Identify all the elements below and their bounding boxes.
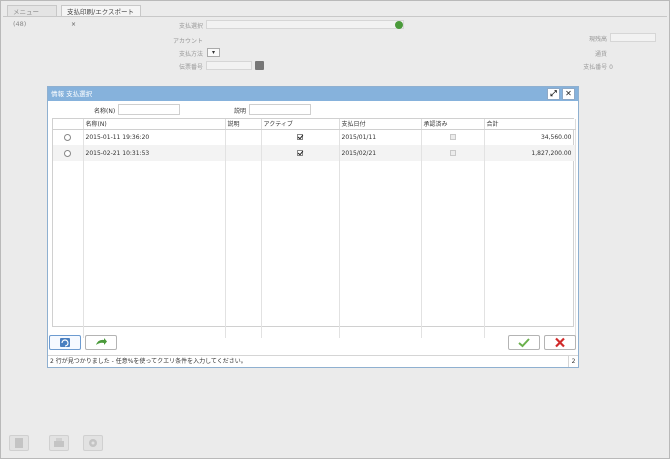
currency-label: 通貨 (594, 51, 607, 58)
row-approved-cell (421, 145, 485, 161)
tab-menu-label: メニュー (48) (13, 8, 39, 28)
current-balance-label: 現残高 (588, 36, 607, 43)
name-search-label: 名称(N) (94, 108, 116, 115)
table-row[interactable]: 2015-01-11 19:36:20 2015/01/11 34,560.00 (53, 129, 576, 145)
col-description[interactable]: 説明 (225, 119, 262, 130)
process-button[interactable] (83, 435, 103, 451)
print-preview-button[interactable] (9, 435, 29, 451)
row-select-cell (53, 145, 84, 161)
account-label: アカウント (172, 38, 203, 45)
maximize-icon[interactable]: ⤢ (547, 88, 560, 100)
current-balance-field (610, 33, 656, 42)
dialog-title-bar[interactable]: 情報 支払選択 (48, 87, 578, 101)
empty-cell (421, 161, 485, 338)
payment-method-label: 支払方法 (178, 51, 203, 58)
empty-cell (225, 161, 262, 338)
tab-divider (3, 16, 667, 17)
grid-header-row: 名称(N) 説明 アクティブ 支払日付 承認済み 合計 (53, 119, 576, 130)
cancel-x-icon (555, 337, 565, 348)
empty-cell (53, 161, 84, 338)
row-active-cell (261, 129, 340, 145)
document-icon (15, 438, 23, 448)
dialog-close-icon[interactable]: ✕ (562, 88, 575, 100)
tab-payment-label: 支払印刷/エクスポート (67, 8, 134, 16)
tab-bar: メニュー (48) 支払印刷/エクスポート × (3, 3, 667, 28)
printer-icon (54, 438, 64, 447)
row-description (225, 129, 262, 145)
row-radio[interactable] (64, 149, 72, 157)
row-approved-cell (421, 129, 485, 145)
table-row[interactable]: 2015-02-21 10:31:53 2015/02/21 1,827,200… (53, 145, 576, 161)
empty-cell (83, 161, 226, 338)
document-no-label: 伝票番号 (178, 64, 203, 71)
col-approved[interactable]: 承認済み (421, 119, 485, 130)
dialog-footer (48, 332, 578, 352)
empty-cell (484, 161, 576, 338)
row-description (225, 145, 262, 161)
tab-close-icon[interactable]: × (71, 21, 76, 28)
col-pay-date[interactable]: 支払日付 (339, 119, 422, 130)
row-active-cell (261, 145, 340, 161)
active-checkbox (297, 150, 303, 156)
payment-selection-label: 支払選択 (178, 23, 203, 30)
results-grid: 名称(N) 説明 アクティブ 支払日付 承認済み 合計 2015-01-11 1… (52, 118, 576, 338)
document-no-field[interactable] (206, 61, 252, 70)
requery-icon (60, 338, 70, 347)
row-radio[interactable] (64, 133, 72, 141)
status-text: 2 行が見つかりました - 任意%を使ってクエリ条件を入力してください。 (50, 358, 247, 365)
cancel-button[interactable] (544, 335, 576, 350)
checkmark-icon (518, 338, 530, 348)
gear-icon (89, 439, 97, 447)
col-total[interactable]: 合計 (484, 119, 576, 130)
row-total: 1,827,200.00 (484, 145, 576, 161)
payment-no-label: 支払番号 0 (583, 64, 613, 71)
ok-button[interactable] (508, 335, 540, 350)
status-count: 2 (568, 356, 578, 367)
approved-checkbox (449, 134, 456, 141)
row-name: 2015-02-21 10:31:53 (83, 145, 226, 161)
approved-checkbox (449, 150, 456, 156)
app-window: メニュー (48) 支払印刷/エクスポート × 支払選択 アカウント 支払方法 ▾… (0, 0, 670, 459)
empty-cell (339, 161, 422, 338)
dialog-title: 情報 支払選択 (51, 90, 93, 98)
info-payment-selection-dialog: 情報 支払選択 ⤢ ✕ 名称(N) 説明 名称(N) 説明 アクティブ 支払日付… (47, 86, 579, 368)
row-name: 2015-01-11 19:36:20 (83, 129, 226, 145)
grid-empty-area (53, 161, 576, 338)
refresh-arrow-icon (96, 338, 107, 345)
row-total: 34,560.00 (484, 129, 576, 145)
print-button[interactable] (49, 435, 69, 451)
row-pay-date: 2015/02/21 (339, 145, 422, 161)
col-select (53, 119, 84, 130)
row-select-cell (53, 129, 84, 145)
payment-method-select[interactable]: ▾ (207, 48, 220, 57)
requery-button[interactable] (49, 335, 81, 350)
refresh-icon[interactable] (395, 21, 403, 29)
payment-selection-field[interactable] (206, 20, 404, 29)
calendar-icon[interactable] (255, 61, 264, 70)
row-pay-date: 2015/01/11 (339, 129, 422, 145)
name-search-input[interactable] (118, 104, 180, 115)
empty-cell (261, 161, 340, 338)
col-name[interactable]: 名称(N) (83, 119, 226, 130)
description-search-label: 説明 (234, 108, 247, 115)
col-active[interactable]: アクティブ (261, 119, 340, 130)
status-bar: 2 行が見つかりました - 任意%を使ってクエリ条件を入力してください。 2 (48, 355, 578, 367)
refresh-button[interactable] (85, 335, 117, 350)
active-checkbox (297, 134, 303, 141)
description-search-input[interactable] (249, 104, 311, 115)
